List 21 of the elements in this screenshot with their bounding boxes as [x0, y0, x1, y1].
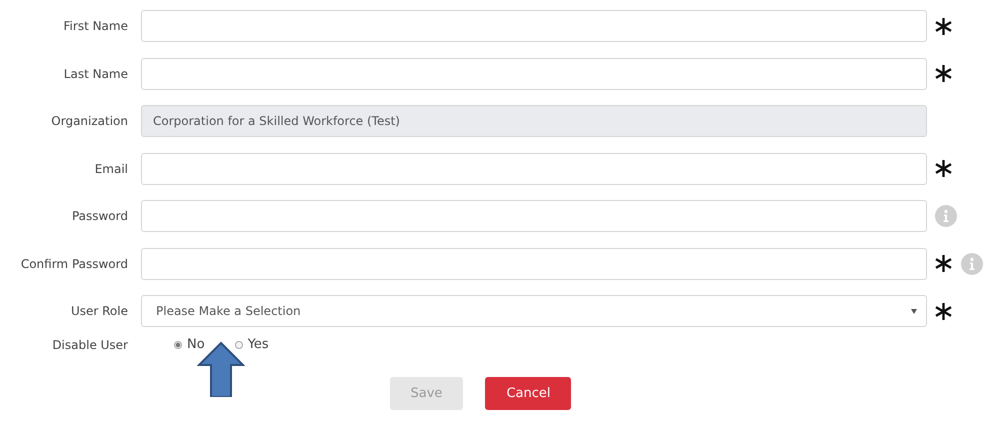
input-field[interactable]: [141, 248, 927, 280]
field-label: First Name: [62, 19, 129, 33]
select-field[interactable]: Please Make a Selection: [141, 295, 927, 327]
radio-option[interactable]: No: [174, 337, 205, 352]
input-field[interactable]: [141, 10, 927, 42]
input-field[interactable]: [141, 152, 927, 184]
field-label: Email: [94, 162, 129, 176]
field-label: Organization: [50, 114, 129, 128]
field-label: Password: [70, 209, 129, 223]
input-field[interactable]: [141, 58, 927, 90]
info-icon[interactable]: [935, 205, 957, 227]
info-icon[interactable]: [961, 252, 983, 274]
field-label: Confirm Password: [20, 256, 129, 270]
cancel-button[interactable]: Cancel: [485, 376, 572, 410]
field-label: Last Name: [62, 66, 129, 80]
radio-option[interactable]: Yes: [234, 337, 269, 352]
input-field[interactable]: Corporation for a Skilled Workforce (Test): [141, 105, 927, 137]
caret-icon: [911, 308, 917, 314]
input-field[interactable]: [141, 200, 927, 232]
field-label: Disable User: [51, 338, 129, 352]
field-label: User Role: [70, 304, 129, 318]
